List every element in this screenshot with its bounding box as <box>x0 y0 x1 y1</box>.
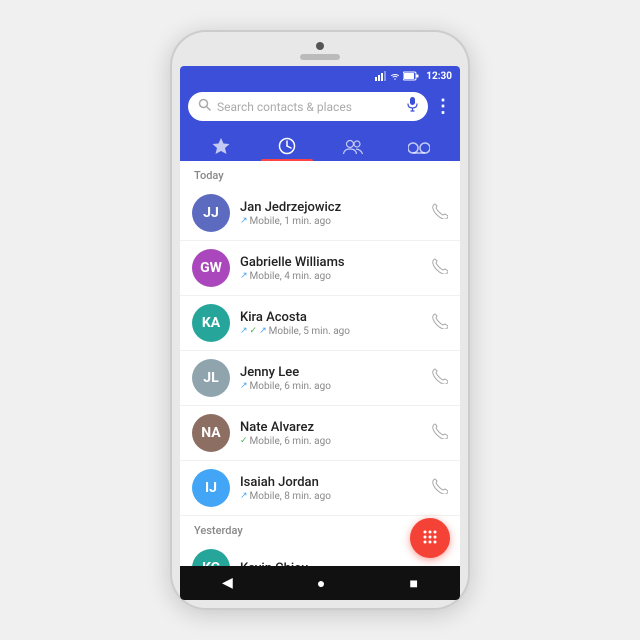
battery-icon <box>403 71 419 81</box>
contact-name: Gabrielle Williams <box>240 255 422 270</box>
avatar: NA <box>192 414 230 452</box>
avatar: IJ <box>192 469 230 507</box>
contact-item[interactable]: GW Gabrielle Williams ↗ Mobile, 4 min. a… <box>180 241 460 296</box>
call-button[interactable] <box>432 203 448 223</box>
contact-info: Gabrielle Williams ↗ Mobile, 4 min. ago <box>240 255 422 282</box>
contact-name: Kevin Chieu <box>240 561 448 567</box>
contact-name: Kira Acosta <box>240 310 422 325</box>
avatar: GW <box>192 249 230 287</box>
contact-info: Isaiah Jordan ↗ Mobile, 8 min. ago <box>240 475 422 502</box>
contact-item[interactable]: KA Kira Acosta ↗ ✓ ↗ Mobile, 5 min. ago <box>180 296 460 351</box>
call-button[interactable] <box>432 258 448 278</box>
nav-home-button[interactable]: ● <box>317 575 325 592</box>
avatar: JJ <box>192 194 230 232</box>
contact-item[interactable]: IJ Isaiah Jordan ↗ Mobile, 8 min. ago <box>180 461 460 516</box>
search-bar: Search contacts & places ⋮ <box>180 86 460 129</box>
contact-info: Jan Jedrzejowicz ↗ Mobile, 1 min. ago <box>240 200 422 227</box>
contact-detail: ↗ Mobile, 8 min. ago <box>240 491 422 502</box>
tab-recent[interactable] <box>254 129 320 161</box>
avatar: KA <box>192 304 230 342</box>
contact-detail: ↗ Mobile, 1 min. ago <box>240 216 422 227</box>
contact-info: Kira Acosta ↗ ✓ ↗ Mobile, 5 min. ago <box>240 310 422 337</box>
contact-name: Jan Jedrzejowicz <box>240 200 422 215</box>
contact-name: Isaiah Jordan <box>240 475 422 490</box>
voicemail-icon <box>408 141 430 155</box>
contact-detail: ✓ Mobile, 6 min. ago <box>240 436 422 447</box>
nav-back-button[interactable]: ◀ <box>222 575 233 591</box>
mic-icon[interactable] <box>407 97 418 116</box>
star-icon <box>212 137 230 155</box>
contact-name: Nate Alvarez <box>240 420 422 435</box>
contact-info: Nate Alvarez ✓ Mobile, 6 min. ago <box>240 420 422 447</box>
tab-favorites[interactable] <box>188 129 254 161</box>
camera <box>316 42 324 50</box>
contacts-icon <box>343 139 363 155</box>
contact-item[interactable]: JL Jenny Lee ↗ Mobile, 6 min. ago <box>180 351 460 406</box>
nav-recents-button[interactable]: ■ <box>409 575 417 592</box>
contact-detail: ↗ Mobile, 4 min. ago <box>240 271 422 282</box>
clock-icon <box>278 137 296 155</box>
call-button[interactable] <box>432 478 448 498</box>
tabs-bar <box>180 129 460 161</box>
dialpad-icon <box>421 529 439 547</box>
contact-info: Kevin Chieu <box>240 561 448 567</box>
contact-name: Jenny Lee <box>240 365 422 380</box>
more-options-icon[interactable]: ⋮ <box>434 96 452 117</box>
contact-item[interactable]: NA Nate Alvarez ✓ Mobile, 6 min. ago <box>180 406 460 461</box>
contact-detail: ↗ ✓ ↗ Mobile, 5 min. ago <box>240 326 422 337</box>
search-placeholder: Search contacts & places <box>217 100 401 114</box>
nav-bar: ◀ ● ■ <box>180 566 460 600</box>
tab-contacts[interactable] <box>320 131 386 161</box>
avatar: KC <box>192 549 230 566</box>
contact-detail: ↗ Mobile, 6 min. ago <box>240 381 422 392</box>
search-input-wrap[interactable]: Search contacts & places <box>188 92 428 121</box>
fab-dialpad[interactable] <box>410 518 450 558</box>
content-area: Today JJ Jan Jedrzejowicz ↗ Mobile, 1 mi… <box>180 161 460 566</box>
call-button[interactable] <box>432 368 448 388</box>
section-today: Today <box>180 161 460 186</box>
signal-icon <box>375 71 387 81</box>
speaker <box>300 54 340 60</box>
call-button[interactable] <box>432 423 448 443</box>
avatar: JL <box>192 359 230 397</box>
contact-item[interactable]: JJ Jan Jedrzejowicz ↗ Mobile, 1 min. ago <box>180 186 460 241</box>
status-bar: 12:30 <box>180 66 460 86</box>
phone-frame: 12:30 Search contacts & places <box>170 30 470 610</box>
status-icons: 12:30 <box>375 71 452 82</box>
contact-info: Jenny Lee ↗ Mobile, 6 min. ago <box>240 365 422 392</box>
search-icon <box>198 98 211 115</box>
phone-screen: 12:30 Search contacts & places <box>180 66 460 600</box>
wifi-icon <box>390 71 400 81</box>
call-button[interactable] <box>432 313 448 333</box>
status-time: 12:30 <box>426 71 452 82</box>
tab-voicemail[interactable] <box>386 133 452 161</box>
